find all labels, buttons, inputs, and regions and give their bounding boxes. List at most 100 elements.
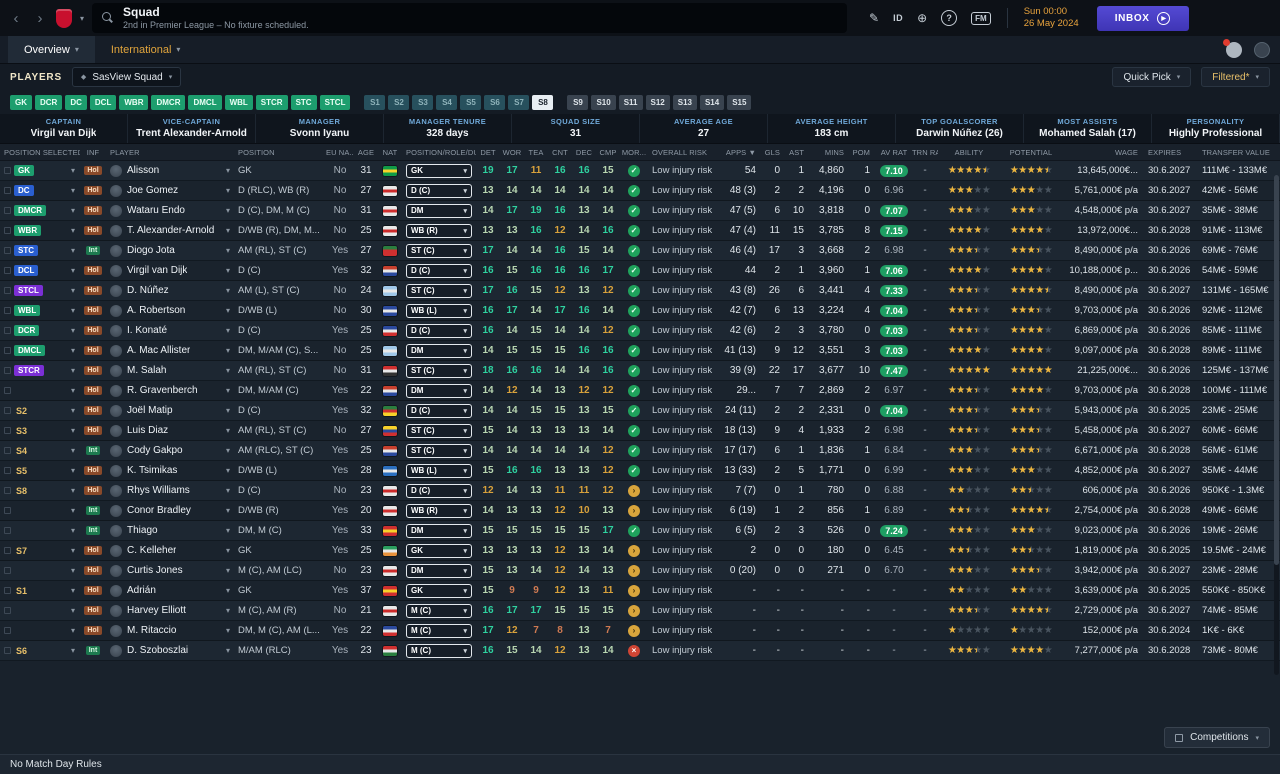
row-checkbox[interactable] [4, 467, 11, 474]
competitions-button[interactable]: Competitions ▾ [1164, 727, 1270, 748]
position-filter-dcr[interactable]: DCR [35, 94, 63, 110]
row-checkbox[interactable] [4, 627, 11, 634]
row-checkbox[interactable] [4, 267, 11, 274]
view-selector[interactable]: ◆ SasView Squad ▾ [71, 67, 182, 87]
col-header-expires[interactable]: EXPIRES [1144, 148, 1198, 157]
player-dropdown-caret[interactable]: ▾ [226, 406, 230, 415]
player-dropdown-caret[interactable]: ▾ [226, 626, 230, 635]
col-header-position[interactable]: POSITION [234, 148, 326, 157]
player-dropdown-caret[interactable]: ▾ [226, 646, 230, 655]
position-filter-stcr[interactable]: STCR [255, 94, 288, 110]
sub-slot-s1[interactable]: S1 [364, 94, 386, 110]
col-header-av-rat[interactable]: AV RAT [876, 148, 912, 157]
player-cell[interactable]: Cody Gakpo ▾ [106, 441, 234, 460]
filter-button[interactable]: Filtered* ▾ [1201, 67, 1270, 87]
row-checkbox[interactable] [4, 487, 11, 494]
col-header-mins[interactable]: MINS [810, 148, 850, 157]
player-cell[interactable]: Alisson ▾ [106, 161, 234, 180]
role-duty-select[interactable]: ST (C) ▾ [406, 283, 472, 298]
col-header-pom[interactable]: POM [850, 148, 876, 157]
player-row[interactable]: S3 ▾ Hol Luis Diaz ▾ AM (RL), ST (C) No 27 ST (C… [0, 421, 1280, 441]
player-cell[interactable]: Rhys Williams ▾ [106, 481, 234, 500]
role-duty-select[interactable]: D (C) ▾ [406, 183, 472, 198]
player-dropdown-caret[interactable]: ▾ [226, 486, 230, 495]
row-checkbox[interactable] [4, 367, 11, 374]
role-duty-select[interactable]: DM ▾ [406, 563, 472, 578]
col-header-apps[interactable]: APPS ▼ [720, 148, 762, 157]
player-dropdown-caret[interactable]: ▾ [226, 186, 230, 195]
sub-slot-s12[interactable]: S12 [645, 94, 670, 110]
inbox-button[interactable]: INBOX ▶ [1096, 5, 1189, 31]
role-duty-select[interactable]: GK ▾ [406, 583, 472, 598]
slot-dropdown-caret[interactable]: ▾ [71, 626, 75, 635]
role-duty-select[interactable]: D (C) ▾ [406, 483, 472, 498]
row-checkbox[interactable] [4, 307, 11, 314]
sub-slot-s11[interactable]: S11 [618, 94, 643, 110]
slot-dropdown-caret[interactable]: ▾ [71, 226, 75, 235]
scrollbar[interactable] [1274, 175, 1279, 675]
col-header-age[interactable]: AGE [354, 148, 378, 157]
player-dropdown-caret[interactable]: ▾ [226, 426, 230, 435]
col-header-overall-risk[interactable]: OVERALL RISK [648, 148, 720, 157]
slot-dropdown-caret[interactable]: ▾ [71, 286, 75, 295]
slot-dropdown-caret[interactable]: ▾ [71, 406, 75, 415]
sub-slot-s14[interactable]: S14 [699, 94, 725, 110]
player-row[interactable]: WBR ▾ Hol T. Alexander-Arnold ▾ D/WB (R), DM,… [0, 221, 1280, 241]
position-filter-gk[interactable]: GK [10, 94, 32, 110]
sub-slot-s2[interactable]: S2 [388, 94, 410, 110]
help-icon[interactable]: ? [941, 10, 958, 26]
player-row[interactable]: STCL ▾ Hol D. Núñez ▾ AM (L), ST (C) No 24 ST (C… [0, 281, 1280, 301]
row-checkbox[interactable] [4, 207, 11, 214]
col-header-position-selected[interactable]: POSITION SELECTED [0, 148, 80, 157]
player-cell[interactable]: A. Robertson ▾ [106, 301, 234, 320]
player-cell[interactable]: Joe Gomez ▾ [106, 181, 234, 200]
sub-slot-s3[interactable]: S3 [412, 94, 434, 110]
role-duty-select[interactable]: WB (R) ▾ [406, 503, 472, 518]
fm-logo-icon[interactable]: FM [971, 11, 991, 25]
player-cell[interactable]: Joël Matip ▾ [106, 401, 234, 420]
sub-slot-s4[interactable]: S4 [436, 94, 458, 110]
row-checkbox[interactable] [4, 247, 11, 254]
role-duty-select[interactable]: ST (C) ▾ [406, 243, 472, 258]
role-duty-select[interactable]: DM ▾ [406, 523, 472, 538]
slot-dropdown-caret[interactable]: ▾ [71, 386, 75, 395]
player-row[interactable]: S4 ▾ Int Cody Gakpo ▾ AM (RLC), ST (C) Yes 25 ST… [0, 441, 1280, 461]
sub-slot-s10[interactable]: S10 [591, 94, 616, 110]
col-header-wage[interactable]: WAGE [1062, 148, 1144, 157]
search-title-bar[interactable]: Squad 2nd in Premier League – No fixture… [92, 3, 848, 33]
player-dropdown-caret[interactable]: ▾ [226, 566, 230, 575]
player-cell[interactable]: T. Alexander-Arnold ▾ [106, 221, 234, 240]
role-duty-select[interactable]: D (C) ▾ [406, 263, 472, 278]
player-cell[interactable]: C. Kelleher ▾ [106, 541, 234, 560]
player-row[interactable]: S5 ▾ Hol K. Tsimikas ▾ D/WB (L) Yes 28 WB (L) ▾ 15… [0, 461, 1280, 481]
role-duty-select[interactable]: DM ▾ [406, 383, 472, 398]
row-checkbox[interactable] [4, 427, 11, 434]
player-dropdown-caret[interactable]: ▾ [226, 246, 230, 255]
col-header-transfer-value[interactable]: TRANSFER VALUE [1198, 148, 1278, 157]
player-cell[interactable]: M. Salah ▾ [106, 361, 234, 380]
club-dropdown-caret[interactable]: ▾ [80, 14, 84, 23]
player-row[interactable]: S2 ▾ Hol Joël Matip ▾ D (C) Yes 32 D (C) ▾ 14 14 15 1… [0, 401, 1280, 421]
player-dropdown-caret[interactable]: ▾ [226, 386, 230, 395]
position-filter-stc[interactable]: STC [290, 94, 317, 110]
slot-dropdown-caret[interactable]: ▾ [71, 166, 75, 175]
club-crest-icon[interactable] [56, 8, 72, 28]
player-row[interactable]: DMCR ▾ Hol Wataru Endo ▾ D (C), DM, M (C) No 31… [0, 201, 1280, 221]
player-row[interactable]: STC ▾ Int Diogo Jota ▾ AM (RL), ST (C) Yes 27 ST… [0, 241, 1280, 261]
role-duty-select[interactable]: D (C) ▾ [406, 323, 472, 338]
role-duty-select[interactable]: GK ▾ [406, 163, 472, 178]
edit-pencil-icon[interactable]: ✎ [869, 11, 879, 25]
player-cell[interactable]: Conor Bradley ▾ [106, 501, 234, 520]
slot-dropdown-caret[interactable]: ▾ [71, 466, 75, 475]
player-dropdown-caret[interactable]: ▾ [226, 446, 230, 455]
position-filter-dc[interactable]: DC [65, 94, 87, 110]
col-header-tea[interactable]: TEA [524, 148, 548, 157]
role-duty-select[interactable]: ST (C) ▾ [406, 443, 472, 458]
role-duty-select[interactable]: M (C) ▾ [406, 603, 472, 618]
role-duty-select[interactable]: M (C) ▾ [406, 643, 472, 658]
player-dropdown-caret[interactable]: ▾ [226, 326, 230, 335]
row-checkbox[interactable] [4, 507, 11, 514]
player-row[interactable]: ▾ Hol Curtis Jones ▾ M (C), AM (LC) No 23 DM ▾ 15… [0, 561, 1280, 581]
row-checkbox[interactable] [4, 407, 11, 414]
slot-dropdown-caret[interactable]: ▾ [71, 266, 75, 275]
